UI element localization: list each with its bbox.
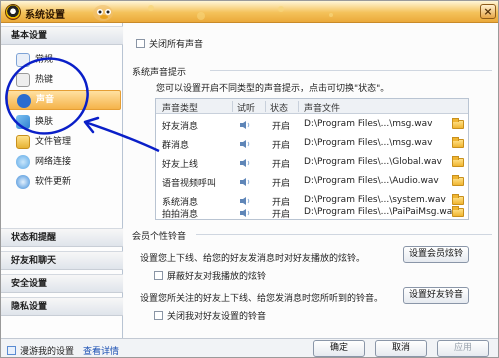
sound-status[interactable]: 开启 (272, 138, 290, 151)
close-all-sounds-label: 关闭所有声音 (149, 40, 204, 50)
browse-folder-icon[interactable] (452, 137, 464, 148)
sidebar-item-hotkey[interactable]: 热键 (7, 70, 121, 90)
speaker-icon[interactable] (239, 177, 251, 187)
table-row[interactable]: 拍拍消息 开启 D:\Program Files\...\PaiPaiMsg.w… (156, 202, 468, 220)
apply-button[interactable]: 应用 (437, 340, 489, 357)
block-friend-ring-option[interactable]: 屏蔽好友对我播放的炫铃 (154, 269, 266, 282)
system-sound-title: 系统声音提示 (132, 68, 187, 78)
sound-status[interactable]: 开启 (272, 157, 290, 170)
sidebar-item-skin[interactable]: 换肤 (7, 112, 121, 132)
sound-type: 好友上线 (162, 160, 199, 170)
browse-folder-icon[interactable] (452, 156, 464, 167)
speaker-icon[interactable] (239, 208, 251, 218)
column-header-status: 状态 (270, 104, 289, 114)
sidebar: 基本设置 常规 热键 声音 换肤 文件管理 网络连接 软件更新 状态和提醒 好友… (1, 23, 123, 338)
update-icon (16, 175, 30, 189)
set-friend-ring-button[interactable]: 设置好友铃音 (403, 287, 469, 304)
sound-status[interactable]: 开启 (272, 207, 290, 220)
close-friend-ring-checkbox[interactable] (154, 311, 163, 320)
close-button[interactable]: × (480, 4, 496, 19)
sound-file: D:\Program Files\...\PaiPaiMsg.wav (304, 207, 458, 217)
browse-folder-icon[interactable] (452, 175, 464, 186)
member-ring-title: 会员个性铃音 (132, 232, 187, 242)
system-sound-description: 您可以设置开启不同类型的声音提示，点击可切换"状态"。 (156, 84, 390, 94)
browse-folder-icon[interactable] (452, 118, 464, 129)
divider (232, 101, 233, 112)
ok-button[interactable]: 确定 (313, 340, 365, 357)
speaker-icon[interactable] (239, 158, 251, 168)
block-friend-ring-label: 屏蔽好友对我播放的炫铃 (167, 272, 267, 282)
sidebar-item-label: 常规 (35, 55, 54, 65)
set-member-ring-button[interactable]: 设置会员炫铃 (403, 246, 469, 263)
sidebar-item-label: 文件管理 (35, 137, 72, 147)
column-header-preview: 试听 (237, 104, 256, 114)
general-icon (16, 53, 30, 67)
folder-icon (16, 135, 30, 149)
sound-type: 语音视频呼叫 (162, 179, 217, 189)
sound-file: D:\Program Files\...\msg.wav (304, 138, 433, 148)
column-header-type: 声音类型 (162, 104, 199, 114)
speaker-icon[interactable] (239, 120, 251, 130)
sound-status[interactable]: 开启 (272, 119, 290, 132)
qq-penguin-logo-icon (5, 4, 21, 20)
block-friend-ring-checkbox[interactable] (154, 271, 163, 280)
close-friend-ring-label: 关闭我对好友设置的铃音 (167, 312, 267, 322)
column-header-file: 声音文件 (304, 104, 341, 114)
friend-ring-description: 设置您所关注的好友上下线、给您发消息时您所听到的铃音。 (140, 294, 384, 304)
divider (210, 70, 492, 71)
table-row[interactable]: 群消息 开启 D:\Program Files\...\msg.wav (156, 134, 468, 153)
sidebar-section-friends-chat[interactable]: 好友和聊天 (1, 251, 123, 270)
sidebar-item-general[interactable]: 常规 (7, 50, 121, 70)
table-row[interactable]: 好友上线 开启 D:\Program Files\...\Global.wav (156, 153, 468, 172)
hotkey-icon (16, 73, 30, 87)
sidebar-item-label: 声音 (36, 95, 55, 105)
speaker-icon[interactable] (239, 139, 251, 149)
sound-type: 群消息 (162, 141, 190, 151)
settings-window: 系统设置 × 基本设置 常规 热键 声音 换肤 文件管理 网络连接 软件更新 状… (0, 0, 499, 358)
sound-file: D:\Program Files\...\msg.wav (304, 119, 433, 129)
sidebar-section-status[interactable]: 状态和提醒 (1, 228, 123, 247)
member-ring-description: 设置您上下线、给您的好友发消息时对好友播放的炫铃。 (140, 254, 366, 264)
sidebar-item-file-management[interactable]: 文件管理 (7, 132, 121, 152)
table-row[interactable]: 好友消息 开启 D:\Program Files\...\msg.wav (156, 115, 468, 134)
browse-folder-icon[interactable] (452, 206, 464, 217)
sound-file: D:\Program Files\...\Global.wav (304, 157, 442, 167)
title-bar[interactable]: 系统设置 × (1, 1, 498, 23)
sidebar-item-label: 网络连接 (35, 157, 72, 167)
sidebar-item-sound[interactable]: 声音 (7, 90, 121, 110)
window-title: 系统设置 (25, 10, 65, 21)
roam-settings-option[interactable]: 漫游我的设置 (7, 344, 74, 357)
sound-file: D:\Program Files\...\Audio.wav (304, 176, 439, 186)
sidebar-item-label: 热键 (35, 75, 54, 85)
sidebar-section-privacy[interactable]: 隐私设置 (1, 297, 123, 316)
sidebar-item-update[interactable]: 软件更新 (7, 172, 121, 192)
skin-icon (16, 115, 30, 129)
sound-type: 好友消息 (162, 122, 199, 132)
close-all-sounds-option[interactable]: 关闭所有声音 (136, 37, 203, 50)
sound-status[interactable]: 开启 (272, 176, 290, 189)
penguin-banner-decoration (93, 5, 333, 21)
roam-settings-checkbox[interactable] (7, 346, 16, 355)
network-icon (16, 155, 30, 169)
divider (196, 234, 492, 235)
sidebar-item-label: 软件更新 (35, 177, 72, 187)
sidebar-section-basic[interactable]: 基本设置 (1, 26, 123, 45)
close-friend-ring-option[interactable]: 关闭我对好友设置的铃音 (154, 309, 266, 322)
close-all-sounds-checkbox[interactable] (136, 39, 145, 48)
roam-settings-label: 漫游我的设置 (20, 347, 75, 357)
divider (265, 101, 266, 112)
footer-bar: 漫游我的设置 查看详情 确定 取消 应用 (1, 338, 498, 357)
sidebar-section-security[interactable]: 安全设置 (1, 274, 123, 293)
view-details-link[interactable]: 查看详情 (83, 344, 119, 357)
table-row[interactable]: 语音视频呼叫 开启 D:\Program Files\...\Audio.wav (156, 172, 468, 191)
sound-table: 声音类型 试听 状态 声音文件 好友消息 开启 D:\Program Files… (155, 98, 469, 220)
sound-settings-panel: 关闭所有声音 系统声音提示 您可以设置开启不同类型的声音提示，点击可切换"状态"… (124, 23, 498, 338)
sidebar-item-label: 换肤 (35, 117, 54, 127)
divider (298, 101, 299, 112)
sidebar-item-network[interactable]: 网络连接 (7, 152, 121, 172)
sound-type: 拍拍消息 (162, 210, 199, 220)
sound-icon (17, 94, 31, 108)
cancel-button[interactable]: 取消 (375, 340, 427, 357)
sound-table-header: 声音类型 试听 状态 声音文件 (156, 99, 468, 114)
